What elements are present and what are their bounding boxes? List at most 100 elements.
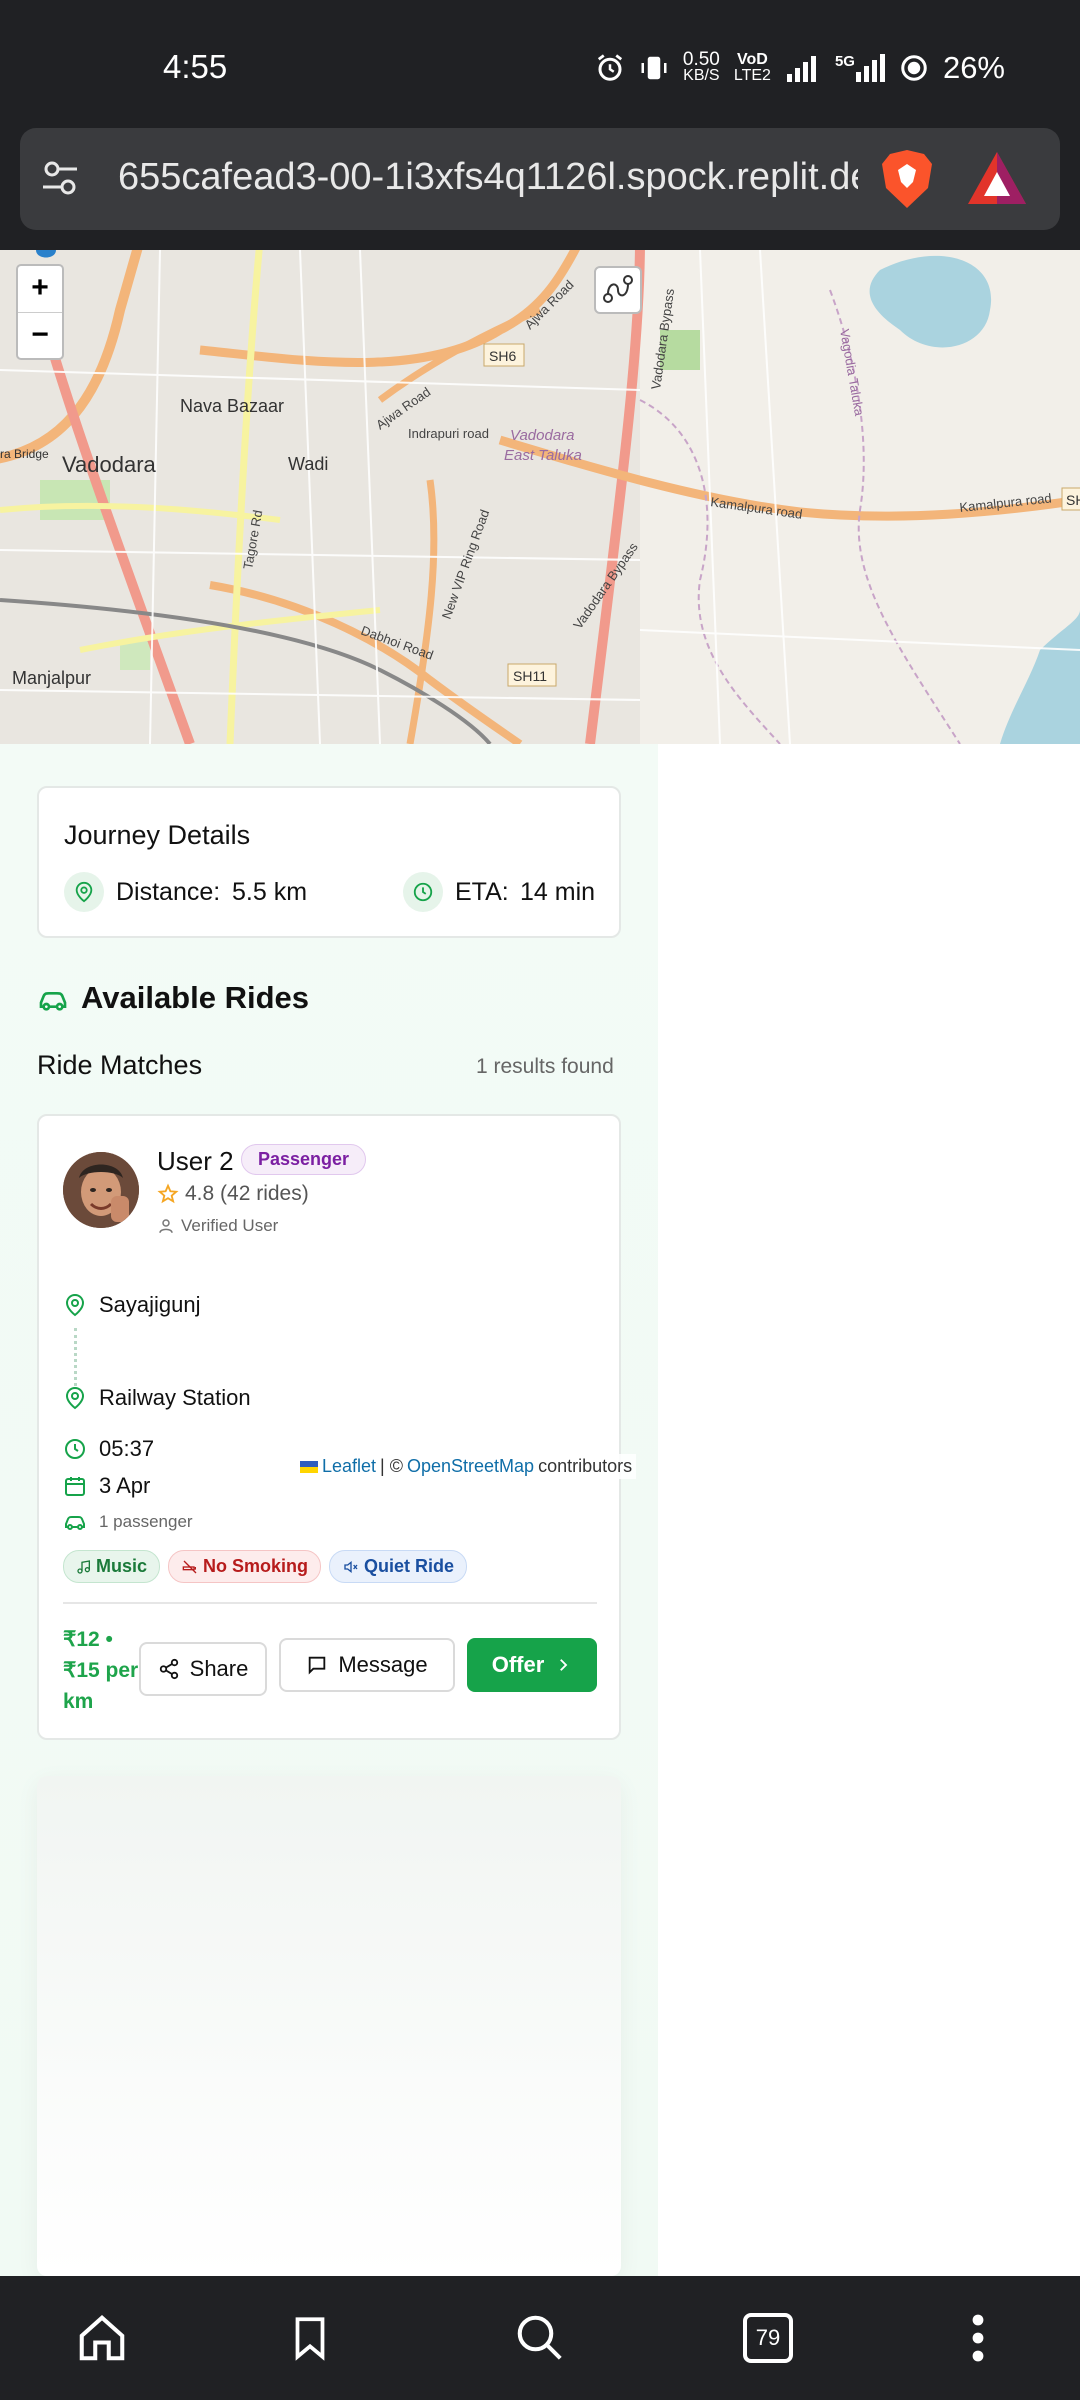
journey-title: Journey Details xyxy=(64,820,251,850)
routing-button[interactable] xyxy=(594,266,642,314)
dropoff-location: Railway Station xyxy=(63,1385,251,1411)
passenger-count: 1 passenger xyxy=(63,1510,193,1534)
home-icon xyxy=(79,2315,125,2361)
label-east-taluka: East Taluka xyxy=(504,447,582,464)
menu-button[interactable] xyxy=(948,2308,1008,2368)
attribution-separator: | © xyxy=(380,1456,403,1476)
tag-no-smoking-label: No Smoking xyxy=(203,1556,309,1576)
label-sh6: SH6 xyxy=(489,348,516,364)
bookmarks-button[interactable] xyxy=(280,2308,340,2368)
date-text: 3 Apr xyxy=(99,1473,151,1498)
car-icon xyxy=(39,992,67,1011)
screen: 4:55 0.50 KB/S VoD LTE2 5G 26% 655cafead… xyxy=(0,0,1080,2400)
music-icon xyxy=(77,1559,90,1574)
calendar-icon xyxy=(65,1477,85,1496)
browser-bottom-bar: 79 xyxy=(0,2276,1080,2400)
map-tiles: Nava Bazaar Vadodara Wadi Manjalpur ra B… xyxy=(0,250,1080,744)
bat-rewards-icon[interactable] xyxy=(966,150,1028,206)
time-text: 05:37 xyxy=(99,1436,155,1461)
loading-placeholder-card xyxy=(37,1776,621,2276)
message-icon xyxy=(309,1656,326,1675)
distance-value: 5.5 km xyxy=(232,878,308,906)
signal-icon xyxy=(786,56,816,82)
clock-icon xyxy=(403,872,443,912)
share-button[interactable]: Share xyxy=(139,1642,267,1696)
journey-details-card: Journey Details Distance: 5.5 km ETA: 14… xyxy=(37,786,621,938)
verified-text: Verified User xyxy=(181,1216,279,1235)
ukraine-flag-icon xyxy=(300,1460,318,1473)
route-connector xyxy=(74,1328,77,1386)
label-sh11: SH11 xyxy=(513,668,547,684)
zoom-out-button[interactable]: − xyxy=(18,313,62,359)
ride-card: User 2 Passenger 4.8 (42 rides) Verified… xyxy=(37,1114,621,1740)
brave-shields-icon[interactable] xyxy=(880,148,934,210)
pickup-location: Sayajigunj xyxy=(63,1292,201,1318)
status-bar: 4:55 0.50 KB/S VoD LTE2 5G 26% xyxy=(0,0,1080,128)
share-label: Share xyxy=(189,1656,249,1681)
no-smoking-icon xyxy=(182,1560,197,1573)
label-nava-bazaar: Nava Bazaar xyxy=(180,396,284,416)
message-label: Message xyxy=(338,1652,428,1677)
tag-no-smoking: No Smoking xyxy=(168,1550,322,1583)
battery-saver-icon xyxy=(901,55,927,81)
passenger-text: 1 passenger xyxy=(99,1512,193,1531)
ride-tags: Music No Smoking Quiet Ride xyxy=(63,1550,468,1583)
user-rating: 4.8 (42 rides) xyxy=(157,1182,309,1206)
label-vadodara-east: Vadodara xyxy=(510,427,575,444)
tag-music-label: Music xyxy=(96,1556,148,1576)
bookmark-icon xyxy=(295,2317,325,2361)
mute-icon xyxy=(344,1560,358,1573)
more-vertical-icon xyxy=(972,2314,984,2362)
network-speed: 0.50 KB/S xyxy=(682,49,720,84)
available-rides-title: Available Rides xyxy=(81,980,310,1015)
address-bar[interactable]: 655cafead3-00-1i3xfs4q1126l.spock.replit… xyxy=(20,128,1060,230)
eta-value: 14 min xyxy=(520,878,596,906)
clock: 4:55 xyxy=(163,48,228,85)
pickup-pin-icon xyxy=(65,1293,85,1317)
message-button[interactable]: Message xyxy=(279,1638,455,1692)
results-count: 1 results found xyxy=(476,1055,614,1078)
tab-count: 79 xyxy=(743,2313,793,2363)
browser-toolbar: 655cafead3-00-1i3xfs4q1126l.spock.replit… xyxy=(0,128,1080,250)
tag-quiet-ride-label: Quiet Ride xyxy=(364,1556,455,1576)
zoom-control: + − xyxy=(16,264,64,360)
battery-level: 26% xyxy=(942,50,1005,85)
zoom-in-button[interactable]: + xyxy=(18,266,62,312)
site-settings-icon[interactable] xyxy=(40,158,80,198)
avatar[interactable] xyxy=(63,1152,139,1228)
user-icon xyxy=(159,1219,173,1233)
url-text[interactable]: 655cafead3-00-1i3xfs4q1126l.spock.replit… xyxy=(118,156,858,199)
search-button[interactable] xyxy=(510,2308,570,2368)
home-button[interactable] xyxy=(72,2308,132,2368)
ride-matches-title: Ride Matches xyxy=(37,1050,203,1080)
verified-status: Verified User xyxy=(157,1216,278,1236)
price-text: ₹12 • ₹15 per km xyxy=(63,1628,139,1713)
label-bridge: ra Bridge xyxy=(0,447,49,461)
openstreetmap-link[interactable]: OpenStreetMap xyxy=(407,1456,534,1477)
departure-date: 3 Apr xyxy=(63,1473,150,1499)
share-icon xyxy=(159,1658,178,1680)
car-small-icon xyxy=(65,1516,85,1530)
status-icons: 0.50 KB/S VoD LTE2 5G 26% xyxy=(595,50,1005,86)
tabs-button[interactable]: 79 xyxy=(738,2308,798,2368)
tag-music: Music xyxy=(63,1550,161,1583)
label-sh-right: SH xyxy=(1066,492,1080,508)
eta-label: ETA: xyxy=(455,878,509,906)
alarm-icon xyxy=(597,54,622,81)
time-icon xyxy=(65,1439,85,1459)
offer-button[interactable]: Offer xyxy=(467,1638,597,1692)
attribution-contributors: contributors xyxy=(538,1456,633,1476)
volte-indicator: VoD LTE2 xyxy=(733,51,771,84)
label-indrapuri: Indrapuri road xyxy=(408,426,489,441)
avatar-photo xyxy=(63,1152,139,1228)
location-pin-icon xyxy=(64,872,104,912)
signal-5g-icon xyxy=(855,54,885,82)
leaflet-link[interactable]: Leaflet xyxy=(322,1456,376,1477)
signal-5g: 5G xyxy=(835,54,885,82)
label-wadi: Wadi xyxy=(288,454,328,474)
map-view[interactable]: Nava Bazaar Vadodara Wadi Manjalpur ra B… xyxy=(0,250,1080,744)
empty-area xyxy=(658,744,1080,2276)
search-icon xyxy=(517,2315,562,2360)
label-vadodara: Vadodara xyxy=(62,452,157,477)
departure-time: 05:37 xyxy=(63,1436,154,1462)
